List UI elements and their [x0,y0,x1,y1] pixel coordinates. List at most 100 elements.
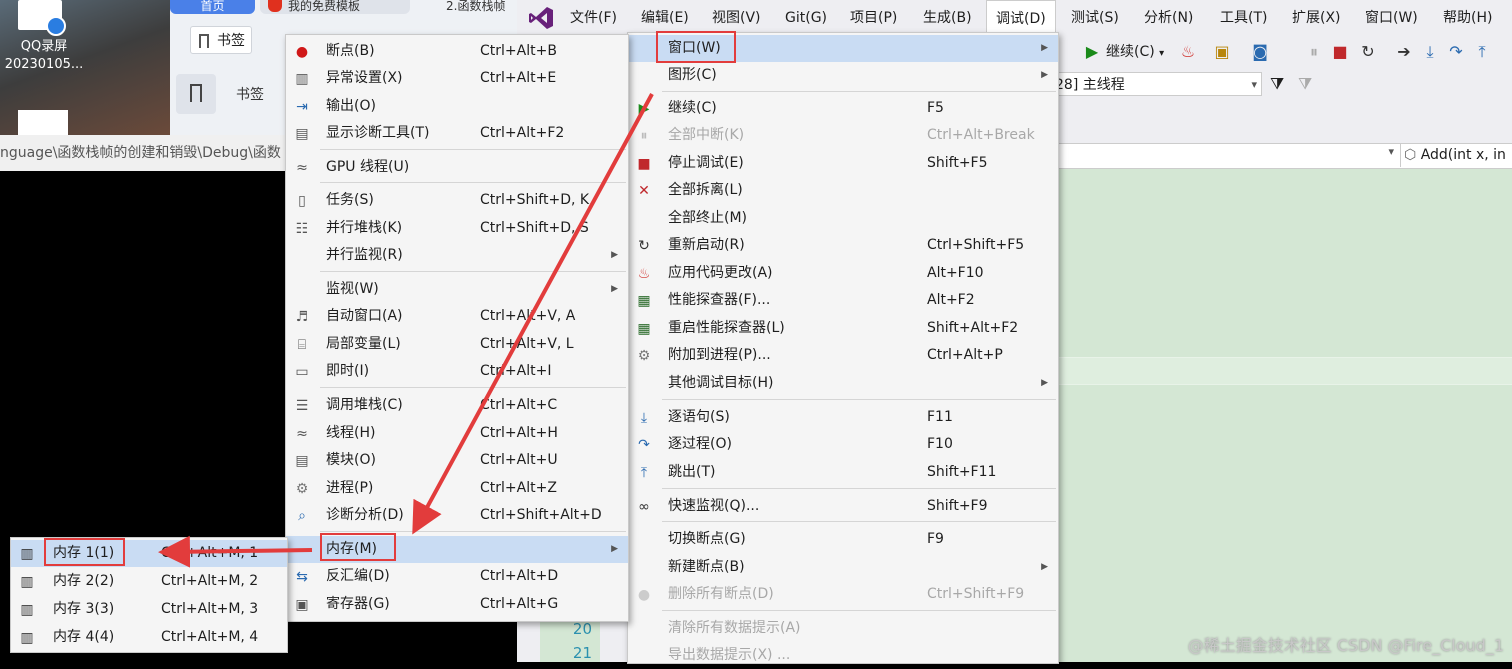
gpu-thread-icon: ≈ [296,160,308,176]
menu-item[interactable]: 内存(M) ▶ [286,536,628,563]
menu-item[interactable]: ↻ 重新启动(R) Ctrl+Shift+F5 [628,232,1058,259]
menu-item[interactable]: 新建断点(B) ▶ [628,554,1058,581]
menu-analyze[interactable]: 分析(N) [1135,0,1202,36]
menu-edit[interactable]: 编辑(E) [632,0,698,36]
menu-item[interactable]: ▦ 性能探查器(F)... Alt+F2 [628,287,1058,314]
menu-extensions[interactable]: 扩展(X) [1283,0,1350,36]
menu-item-label: 并行监视(R) [326,247,403,263]
menu-item[interactable]: ▯ 任务(S) Ctrl+Shift+D, K [286,187,628,214]
menu-item[interactable]: ● 删除所有断点(D) Ctrl+Shift+F9 [628,581,1058,608]
step-into-icon[interactable]: ⤓ [1418,38,1442,66]
bookmark-side-icon[interactable] [176,74,216,114]
menu-item[interactable]: 清除所有数据提示(A) [628,615,1058,642]
menu-item-label: 内存 4(4) [53,629,115,645]
show-next-statement-icon[interactable]: ➔ [1392,38,1416,66]
menu-debug[interactable]: 调试(D) [986,0,1056,36]
filter-off-icon[interactable]: ⧩ [1298,72,1322,96]
menu-item[interactable]: ≈ GPU 线程(U) [286,154,628,181]
menu-item[interactable]: 全部终止(M) [628,205,1058,232]
menu-item[interactable]: ⇆ 反汇编(D) Ctrl+Alt+D [286,563,628,590]
continue-button[interactable]: 继续(C) ▾ [1106,38,1164,66]
browser-tab-doc[interactable]: 2.函数栈帧 [428,0,520,14]
menu-help[interactable]: 帮助(H) [1434,0,1501,36]
menu-item[interactable]: 图形(C) ▶ [628,62,1058,89]
step-over-icon[interactable]: ↷ [1444,38,1468,66]
step-out-icon[interactable]: ⤒ [1470,38,1494,66]
hot-reload-flame-icon[interactable]: ♨ [1176,38,1200,66]
menu-item[interactable]: 切换断点(G) F9 [628,526,1058,553]
menu-item[interactable]: 监视(W) ▶ [286,276,628,303]
menu-item[interactable]: ♬ 自动窗口(A) Ctrl+Alt+V, A [286,303,628,330]
pause-icon[interactable]: ⏸ [1302,38,1326,66]
menu-item[interactable]: 导出数据提示(X) ... [628,642,1058,669]
menu-item[interactable]: 其他调试目标(H) ▶ [628,370,1058,397]
scope-dropdown[interactable] [1058,143,1401,167]
menu-item[interactable]: ■ 停止调试(E) Shift+F5 [628,150,1058,177]
menu-item[interactable]: ⤒ 跳出(T) Shift+F11 [628,459,1058,486]
menu-tools[interactable]: 工具(T) [1211,0,1276,36]
desktop-thumbnail[interactable] [18,110,68,135]
menu-item[interactable]: 窗口(W) ▶ [628,35,1058,62]
menu-item-shortcut: Alt+F10 [927,265,984,281]
menu-item[interactable]: ▦ 重启性能探查器(L) Shift+Alt+F2 [628,315,1058,342]
memory-chip-icon: ▥ [20,630,34,646]
menu-item[interactable]: ⇥ 输出(O) [286,93,628,120]
menu-item[interactable]: ⚙ 进程(P) Ctrl+Alt+Z [286,475,628,502]
flame-icon: ♨ [637,266,651,282]
filter-icon[interactable]: ⧩ [1270,72,1294,96]
menu-git[interactable]: Git(G) [776,0,836,36]
stop-icon[interactable]: ■ [1328,38,1352,66]
menu-item[interactable]: ▶ 继续(C) F5 [628,95,1058,122]
menu-item[interactable]: ⌸ 局部变量(L) Ctrl+Alt+V, L [286,331,628,358]
menu-window[interactable]: 窗口(W) [1356,0,1427,36]
menu-item[interactable]: ▣ 寄存器(G) Ctrl+Alt+G [286,591,628,618]
menu-test[interactable]: 测试(S) [1062,0,1128,36]
browser-tab-templates[interactable]: 我的免费模板 [260,0,410,14]
debug-menu: 窗口(W) ▶ 图形(C) ▶ ▶ 继续(C) F5 ⏸ 全部中断(K) Ctrl+Alt+Bre… [627,32,1059,664]
qq-recorder-icon[interactable] [18,0,66,36]
menu-item[interactable]: ▥ 内存 1(1) Ctrl+Alt+M, 1 [11,540,287,567]
menu-item-shortcut: Ctrl+Alt+B [480,43,557,59]
menu-item[interactable]: ▥ 内存 2(2) Ctrl+Alt+M, 2 [11,568,287,595]
visual-studio-logo-icon[interactable] [528,5,554,31]
bookmark-button[interactable]: 书签 [190,26,252,54]
menu-file[interactable]: 文件(F) [561,0,626,36]
browser-tab-home[interactable]: 首页 [170,0,255,14]
menu-item-label: 跳出(T) [668,464,716,480]
menu-item[interactable]: ☷ 并行堆栈(K) Ctrl+Shift+D, S [286,215,628,242]
menu-item[interactable]: ▭ 即时(I) Ctrl+Alt+I [286,358,628,385]
function-dropdown[interactable]: ⬡ Add(int x, in [1404,143,1506,167]
menu-item[interactable]: ⤓ 逐语句(S) F11 [628,404,1058,431]
menu-item[interactable]: ● 断点(B) Ctrl+Alt+B [286,38,628,65]
menu-item[interactable]: ✕ 全部拆离(L) [628,177,1058,204]
menu-view[interactable]: 视图(V) [703,0,770,36]
thread-dropdown[interactable]: 28] 主线程 [1052,72,1262,97]
menu-item[interactable]: ∞ 快速监视(Q)... Shift+F9 [628,493,1058,520]
menu-item[interactable]: ▥ 异常设置(X) Ctrl+Alt+E [286,65,628,92]
menu-item[interactable]: ♨ 应用代码更改(A) Alt+F10 [628,260,1058,287]
menu-item-shortcut: Ctrl+Shift+D, S [480,220,589,236]
menu-item[interactable]: ▥ 内存 4(4) Ctrl+Alt+M, 4 [11,624,287,651]
menu-item[interactable]: ⏸ 全部中断(K) Ctrl+Alt+Break [628,122,1058,149]
menu-item-shortcut: Ctrl+Alt+V, A [480,308,576,324]
code-editor[interactable] [1058,168,1512,662]
menu-item-label: 逐过程(O) [668,436,732,452]
menu-item[interactable]: ▥ 内存 3(3) Ctrl+Alt+M, 3 [11,596,287,623]
menu-item[interactable]: ▤ 显示诊断工具(T) Ctrl+Alt+F2 [286,120,628,147]
menu-item[interactable]: ↷ 逐过程(O) F10 [628,431,1058,458]
menu-project[interactable]: 项目(P) [841,0,906,36]
screenshot-icon[interactable]: ◙ [1248,38,1272,66]
menu-build[interactable]: 生成(B) [914,0,981,36]
menu-item[interactable]: ≈ 线程(H) Ctrl+Alt+H [286,420,628,447]
menu-item-label: 停止调试(E) [668,155,744,171]
menu-item[interactable]: ⌕ 诊断分析(D) Ctrl+Shift+Alt+D [286,502,628,529]
output-icon: ⇥ [296,99,308,115]
restart-icon[interactable]: ↻ [1356,38,1380,66]
open-folder-icon[interactable]: ▣ [1210,38,1234,66]
menu-item[interactable]: ☰ 调用堆栈(C) Ctrl+Alt+C [286,392,628,419]
menu-item-shortcut: Ctrl+Alt+M, 3 [161,601,259,617]
menu-item[interactable]: 并行监视(R) ▶ [286,242,628,269]
continue-play-icon[interactable]: ▶ [1080,38,1104,66]
menu-item[interactable]: ▤ 模块(O) Ctrl+Alt+U [286,447,628,474]
menu-item[interactable]: ⚙ 附加到进程(P)... Ctrl+Alt+P [628,342,1058,369]
